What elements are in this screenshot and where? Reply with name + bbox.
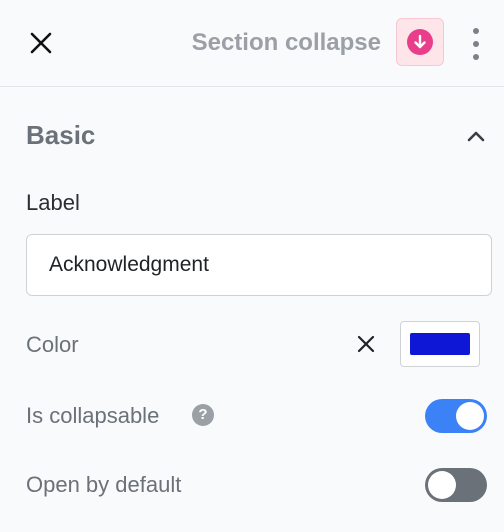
clear-color-button[interactable] — [353, 331, 379, 357]
is-collapsable-toggle[interactable] — [425, 399, 487, 433]
close-icon — [30, 32, 52, 54]
open-by-default-toggle[interactable] — [425, 468, 487, 502]
label-field-label: Label — [26, 190, 80, 215]
collapse-section-button[interactable] — [462, 122, 490, 150]
arrow-down-circle-icon — [407, 29, 433, 55]
toggle-knob — [456, 402, 484, 430]
color-swatch — [410, 333, 470, 355]
label-input[interactable] — [26, 234, 492, 296]
panel-header: Section collapse — [0, 0, 504, 87]
color-picker[interactable] — [400, 321, 480, 367]
more-options-button[interactable] — [466, 28, 486, 60]
section-heading: Basic — [26, 120, 96, 150]
chevron-up-icon — [467, 131, 485, 142]
toggle-knob — [428, 471, 456, 499]
open-by-default-label: Open by default — [26, 472, 182, 497]
close-icon — [357, 335, 375, 353]
is-collapsable-label: Is collapsable — [26, 403, 160, 428]
section-settings-panel: Section collapse Basic Label Color — [0, 0, 504, 532]
panel-title: Section collapse — [191, 29, 381, 56]
color-label: Color — [26, 332, 79, 357]
close-button[interactable] — [28, 30, 54, 56]
section-type-button[interactable] — [396, 18, 444, 66]
kebab-menu-icon — [473, 28, 479, 34]
help-circle-icon[interactable]: ? — [192, 404, 214, 426]
